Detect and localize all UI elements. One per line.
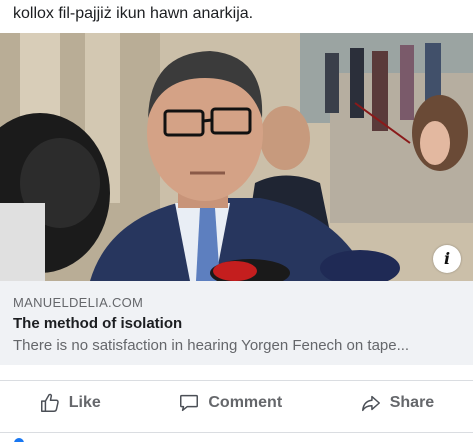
press-photo	[0, 33, 473, 281]
link-description: There is no satisfaction in hearing Yorg…	[13, 337, 410, 354]
post-actions-bar: Like Comment Share	[0, 380, 473, 425]
link-preview-card[interactable]: MANUELDELIA.COM The method of isolation …	[0, 281, 473, 365]
comment-button[interactable]: Comment	[178, 392, 282, 414]
share-arrow-icon	[361, 395, 380, 412]
thumbs-up-icon	[40, 393, 59, 412]
like-label: Like	[68, 394, 101, 411]
link-domain: MANUELDELIA.COM	[13, 295, 144, 310]
link-preview-image[interactable]: i	[0, 33, 473, 281]
info-icon[interactable]: i	[433, 245, 461, 273]
link-title[interactable]: The method of isolation	[13, 315, 182, 332]
share-button[interactable]: Share	[360, 392, 434, 414]
reaction-dot	[14, 438, 24, 442]
share-label: Share	[389, 394, 435, 411]
comment-label: Comment	[208, 394, 283, 411]
post-text: kollox fil-pajjiż ikun hawn anarkija.	[13, 5, 254, 22]
comment-bubble-icon	[180, 394, 199, 412]
like-button[interactable]: Like	[39, 392, 101, 414]
